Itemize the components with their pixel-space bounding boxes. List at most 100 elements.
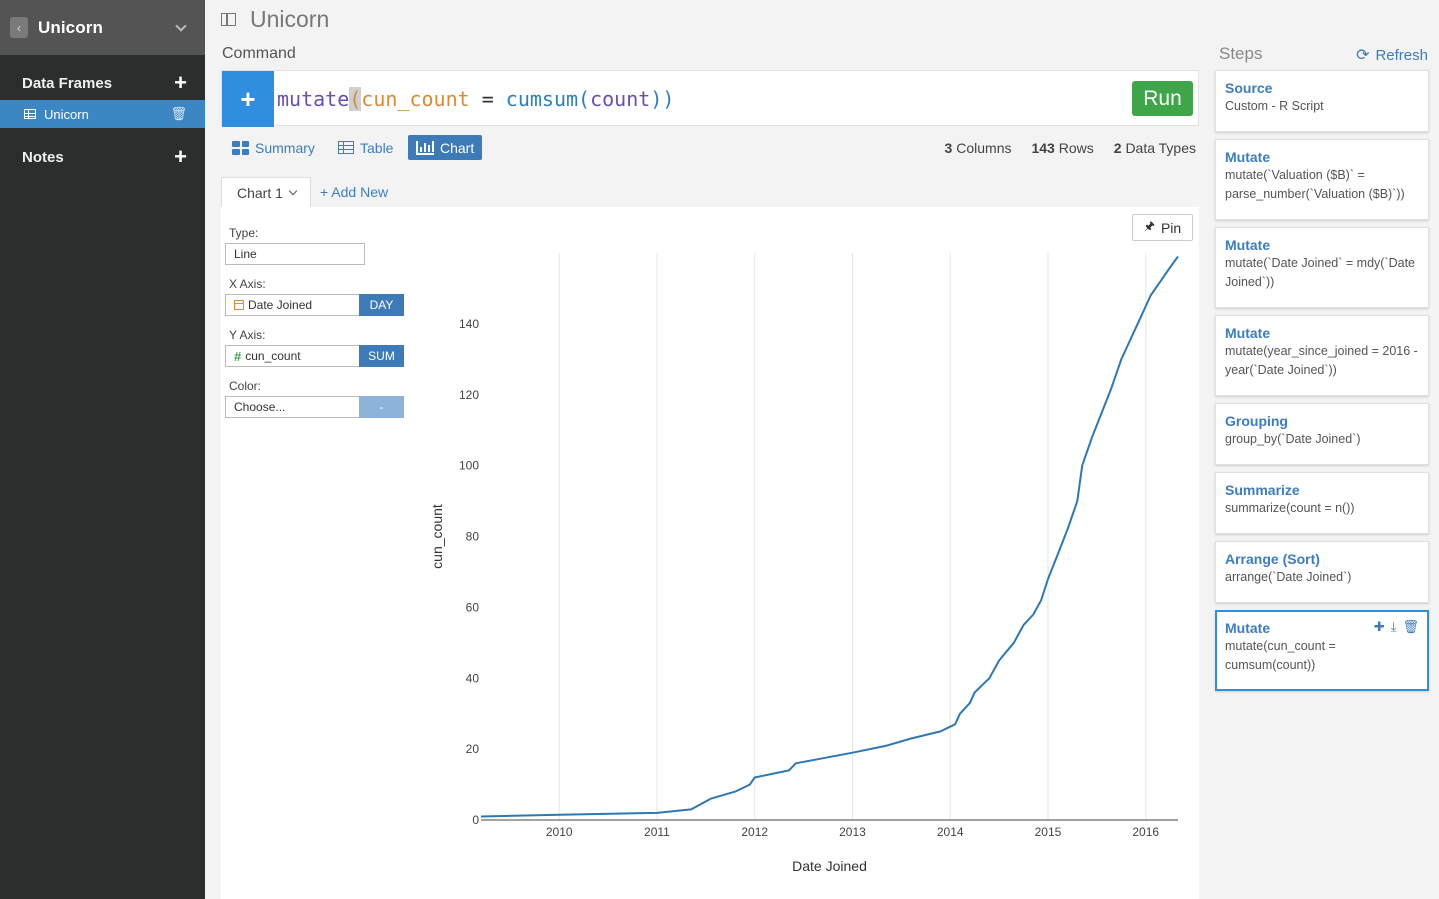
x-tick-label: 2011 <box>644 825 670 839</box>
step-description: Custom - R Script <box>1225 99 1324 113</box>
pin-icon: 🖈 <box>1143 219 1155 233</box>
app-window: ‹ Unicorn Data Frames + Unicorn 🗑 Notes … <box>0 0 1439 899</box>
back-icon[interactable]: ‹ <box>10 17 28 38</box>
step-description: mutate(year_since_joined = 2016 - year(`… <box>1225 344 1418 377</box>
add-command-button[interactable]: + <box>222 71 274 127</box>
x-tick-label: 2013 <box>839 825 866 839</box>
chart-panel: Type: Line X Axis: Date Joined DAY Y Axi… <box>221 207 1199 899</box>
run-button[interactable]: Run <box>1132 81 1193 116</box>
tab-table[interactable]: Table <box>338 135 393 160</box>
tab-table-label: Table <box>360 139 394 156</box>
step-title: Mutate <box>1225 149 1271 165</box>
sidebar-header: ‹ Unicorn <box>0 0 205 55</box>
y-axis-title: cun_count <box>429 504 445 569</box>
code-open-paren: ( <box>349 87 362 111</box>
data-frames-section: Data Frames + <box>0 69 205 97</box>
step-card-arrange[interactable]: Arrange (Sort) arrange(`Date Joined`) <box>1215 541 1429 603</box>
step-title: Mutate <box>1225 237 1271 253</box>
data-frames-label: Data Frames <box>22 74 113 92</box>
chart-tab-1[interactable]: Chart 1 <box>221 177 311 208</box>
code-function: mutate <box>277 87 350 111</box>
y-tick-label: 80 <box>466 530 480 544</box>
y-tick-label: 60 <box>466 600 480 614</box>
code-function-2: cumsum <box>505 87 579 111</box>
steps-label: Steps <box>1219 44 1263 63</box>
step-card-mutate-active[interactable]: Mutate mutate(cun_count = cumsum(count))… <box>1215 610 1429 691</box>
y-tick-label: 20 <box>466 742 480 756</box>
pin-button[interactable]: 🖈 Pin <box>1132 214 1193 241</box>
chevron-down-icon[interactable] <box>175 19 187 32</box>
x-tick-label: 2016 <box>1132 825 1159 839</box>
step-card-mutate-1[interactable]: Mutate mutate(`Valuation ($B)` = parse_n… <box>1215 139 1429 220</box>
tab-summary-label: Summary <box>255 139 315 156</box>
add-note-icon[interactable]: + <box>174 146 187 168</box>
sidebar: ‹ Unicorn Data Frames + Unicorn 🗑 Notes … <box>0 0 205 899</box>
step-card-summarize[interactable]: Summarize summarize(count = n()) <box>1215 472 1429 534</box>
add-new-chart-link[interactable]: + Add New <box>320 184 388 200</box>
code-variable: cun_count <box>361 87 470 111</box>
add-data-frame-icon[interactable]: + <box>174 72 187 94</box>
chevron-down-icon[interactable] <box>288 186 298 196</box>
main-title-row: Unicorn <box>221 6 329 33</box>
step-title: Grouping <box>1225 413 1288 429</box>
tab-chart[interactable]: Chart <box>408 135 483 160</box>
chart-tab-label: Chart 1 <box>237 185 283 201</box>
line-chart: 2010 2011 2012 2013 2014 2015 2016 0 20 40 60 80 100… <box>429 253 1179 874</box>
y-tick-label: 40 <box>466 671 480 685</box>
x-tick-label: 2012 <box>741 825 768 839</box>
step-description: mutate(`Valuation ($B)` = parse_number(`… <box>1225 168 1405 201</box>
x-tick-label: 2015 <box>1035 825 1062 839</box>
step-card-source[interactable]: Source Custom - R Script <box>1215 70 1429 132</box>
series-line <box>480 255 1179 818</box>
step-card-mutate-2[interactable]: Mutate mutate(`Date Joined` = mdy(`Date … <box>1215 227 1429 308</box>
step-description: arrange(`Date Joined`) <box>1225 570 1352 584</box>
y-tick-label: 140 <box>459 317 479 331</box>
types-stat: 2 Data Types <box>1113 140 1196 156</box>
refresh-label: Refresh <box>1375 46 1428 64</box>
table-icon <box>338 141 354 154</box>
code-argument: count <box>590 87 651 111</box>
sidebar-item-label: Unicorn <box>44 106 89 122</box>
step-description: mutate(cun_count = cumsum(count)) <box>1225 639 1336 672</box>
rows-stat: 143 Rows <box>1031 140 1094 156</box>
summary-icon <box>232 140 249 155</box>
page-title: Unicorn <box>250 6 330 32</box>
step-description: group_by(`Date Joined`) <box>1225 432 1361 446</box>
command-bar: + mutate(cun_count = cumsum(count)) Run <box>221 70 1199 127</box>
tab-summary[interactable]: Summary <box>232 135 315 160</box>
step-description: summarize(count = n()) <box>1225 501 1355 515</box>
step-title: Mutate <box>1225 325 1271 341</box>
sidebar-item-unicorn[interactable]: Unicorn 🗑 <box>0 100 205 128</box>
command-input[interactable]: mutate(cun_count = cumsum(count)) <box>277 87 674 111</box>
code-operator: = <box>469 87 506 111</box>
refresh-button[interactable]: ⟳ Refresh <box>1356 45 1428 65</box>
x-tick-label: 2010 <box>546 825 573 839</box>
notes-label: Notes <box>22 148 64 166</box>
step-card-mutate-3[interactable]: Mutate mutate(year_since_joined = 2016 -… <box>1215 315 1429 396</box>
y-tick-label: 100 <box>459 459 479 473</box>
refresh-icon: ⟳ <box>1356 47 1370 64</box>
layout-icon[interactable] <box>221 13 236 26</box>
y-tick-label: 120 <box>459 388 479 402</box>
x-tick-label: 2014 <box>937 825 964 839</box>
step-title: Arrange (Sort) <box>1225 551 1320 567</box>
step-toolbar: ✚ ⤓ 🗑 <box>1374 619 1419 635</box>
y-tick-label: 0 <box>472 813 479 827</box>
project-title: Unicorn <box>38 17 103 37</box>
pin-label: Pin <box>1160 219 1182 236</box>
tab-chart-label: Chart <box>440 139 475 156</box>
step-description: mutate(`Date Joined` = mdy(`Date Joined`… <box>1225 256 1416 289</box>
step-title: Summarize <box>1225 482 1300 498</box>
code-close-paren: )) <box>650 87 675 111</box>
trash-icon[interactable]: 🗑 <box>1402 619 1419 635</box>
command-label: Command <box>222 45 296 62</box>
table-icon <box>24 109 36 119</box>
bar-chart-icon <box>416 140 434 155</box>
download-icon[interactable]: ⤓ <box>1391 619 1397 635</box>
step-card-grouping[interactable]: Grouping group_by(`Date Joined`) <box>1215 403 1429 465</box>
step-title: Source <box>1225 80 1273 96</box>
data-stats: 3 Columns 143 Rows 2 Data Types <box>945 140 1196 156</box>
trash-icon[interactable]: 🗑 <box>170 106 187 122</box>
columns-stat: 3 Columns <box>944 140 1012 156</box>
add-step-icon[interactable]: ✚ <box>1374 619 1385 635</box>
